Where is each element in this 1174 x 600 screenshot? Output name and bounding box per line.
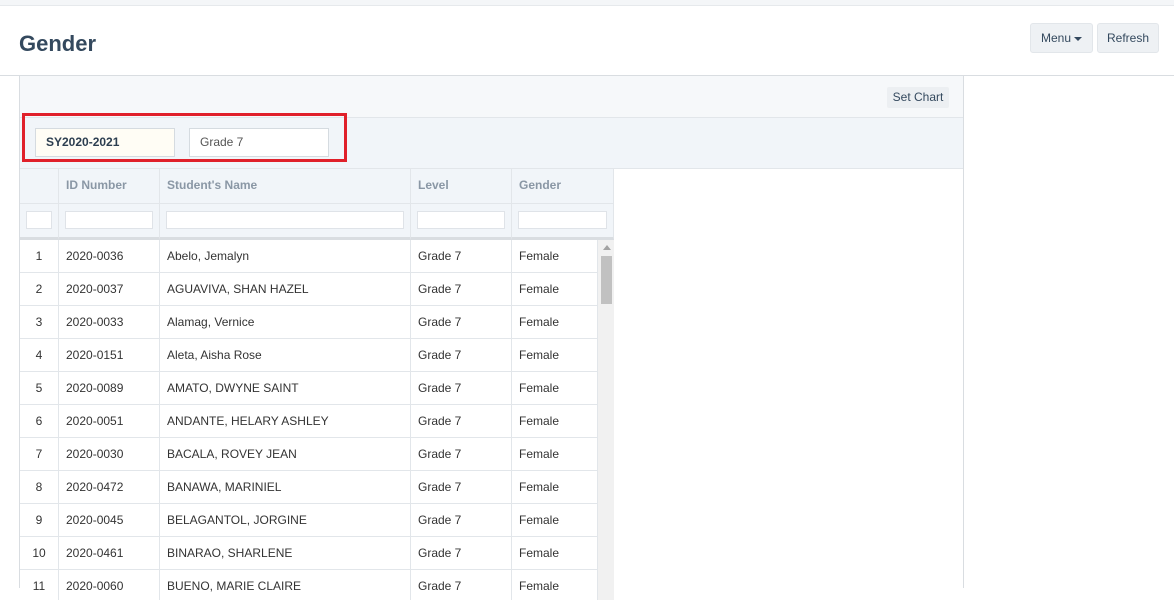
filter-cell-gender <box>512 204 614 240</box>
level-cell: Grade 7 <box>411 306 512 339</box>
level-cell: Grade 7 <box>411 405 512 438</box>
filter-input-id-number[interactable] <box>65 211 153 229</box>
refresh-button[interactable]: Refresh <box>1097 23 1159 53</box>
page-title: Gender <box>19 31 97 56</box>
table-row[interactable]: 10 2020-0461 BINARAO, SHARLENE Grade 7 Femal… <box>20 537 597 570</box>
level-cell: Grade 7 <box>411 471 512 504</box>
panel-toolbar: Set Chart <box>20 76 963 118</box>
report-panel: Set Chart SY2020-2021 Grade 7 ID Number … <box>19 76 964 600</box>
level-cell: Grade 7 <box>411 372 512 405</box>
table-row[interactable]: 4 2020-0151 Aleta, Aisha Rose Grade 7 Female <box>20 339 597 372</box>
row-index: 11 <box>20 570 59 600</box>
scrollbar-thumb[interactable] <box>601 256 612 304</box>
student-name-cell: Alamag, Vernice <box>160 306 411 339</box>
student-name-cell: Abelo, Jemalyn <box>160 240 411 273</box>
column-header-level[interactable]: Level <box>411 169 512 204</box>
student-name-cell: BANAWA, MARINIEL <box>160 471 411 504</box>
column-header-index[interactable] <box>20 169 59 204</box>
level-cell: Grade 7 <box>411 240 512 273</box>
row-index: 10 <box>20 537 59 570</box>
row-index: 6 <box>20 405 59 438</box>
row-index: 5 <box>20 372 59 405</box>
id-number-cell: 2020-0033 <box>59 306 160 339</box>
gender-cell: Female <box>519 480 560 494</box>
gender-cell: Female <box>519 282 560 296</box>
school-year-select[interactable]: SY2020-2021 <box>35 128 175 157</box>
table-row[interactable]: 3 2020-0033 Alamag, Vernice Grade 7 Female <box>20 306 597 339</box>
row-index: 2 <box>20 273 59 306</box>
column-header-students-name[interactable]: Student's Name <box>160 169 411 204</box>
gender-cell: Female <box>519 447 560 461</box>
gender-cell: Female <box>519 381 560 395</box>
filter-cell-index <box>20 204 59 240</box>
table-row[interactable]: 5 2020-0089 AMATO, DWYNE SAINT Grade 7 Femal… <box>20 372 597 405</box>
id-number-cell: 2020-0060 <box>59 570 160 600</box>
level-cell: Grade 7 <box>411 504 512 537</box>
table-row[interactable]: 8 2020-0472 BANAWA, MARINIEL Grade 7 Female <box>20 471 597 504</box>
gender-cell: Female <box>519 513 560 527</box>
set-chart-button[interactable]: Set Chart <box>887 87 949 108</box>
row-index: 3 <box>20 306 59 339</box>
id-number-cell: 2020-0461 <box>59 537 160 570</box>
student-name-cell: AMATO, DWYNE SAINT <box>160 372 411 405</box>
id-number-cell: 2020-0089 <box>59 372 160 405</box>
grid-body: 1 2020-0036 Abelo, Jemalyn Grade 7 Female 2 20… <box>20 240 614 600</box>
filter-cell-id-number <box>59 204 160 240</box>
row-index: 9 <box>20 504 59 537</box>
level-cell: Grade 7 <box>411 537 512 570</box>
column-header-id-number[interactable]: ID Number <box>59 169 160 204</box>
gender-cell: Female <box>519 414 560 428</box>
id-number-cell: 2020-0151 <box>59 339 160 372</box>
id-number-cell: 2020-0472 <box>59 471 160 504</box>
gender-cell: Female <box>519 348 560 362</box>
table-row[interactable]: 6 2020-0051 ANDANTE, HELARY ASHLEY Grade 7 F… <box>20 405 597 438</box>
student-name-cell: BELAGANTOL, JORGINE <box>160 504 411 537</box>
gender-cell: Female <box>519 546 560 560</box>
level-cell: Grade 7 <box>411 339 512 372</box>
menu-button-label: Menu <box>1040 31 1072 45</box>
column-header-gender[interactable]: Gender <box>512 169 614 204</box>
filter-cell-students-name <box>160 204 411 240</box>
student-name-cell: BACALA, ROVEY JEAN <box>160 438 411 471</box>
filter-input-level[interactable] <box>417 211 505 229</box>
filter-input-index[interactable] <box>26 211 52 229</box>
grade-select[interactable]: Grade 7 <box>189 128 329 157</box>
menu-button[interactable]: Menu <box>1030 23 1093 53</box>
id-number-cell: 2020-0045 <box>59 504 160 537</box>
id-number-cell: 2020-0051 <box>59 405 160 438</box>
row-index: 1 <box>20 240 59 273</box>
filter-input-students-name[interactable] <box>166 211 404 229</box>
row-index: 8 <box>20 471 59 504</box>
gender-cell: Female <box>519 249 560 263</box>
level-cell: Grade 7 <box>411 273 512 306</box>
vertical-scrollbar[interactable] <box>597 240 614 600</box>
id-number-cell: 2020-0037 <box>59 273 160 306</box>
filter-input-gender[interactable] <box>518 211 607 229</box>
table-row[interactable]: 11 2020-0060 BUENO, MARIE CLAIRE Grade 7 Fem… <box>20 570 597 600</box>
student-name-cell: ANDANTE, HELARY ASHLEY <box>160 405 411 438</box>
table-row[interactable]: 1 2020-0036 Abelo, Jemalyn Grade 7 Female <box>20 240 597 273</box>
caret-down-icon <box>1074 36 1083 41</box>
id-number-cell: 2020-0030 <box>59 438 160 471</box>
table-row[interactable]: 2 2020-0037 AGUAVIVA, SHAN HAZEL Grade 7 Fem… <box>20 273 597 306</box>
level-cell: Grade 7 <box>411 438 512 471</box>
row-index: 4 <box>20 339 59 372</box>
gender-cell: Female <box>519 579 560 593</box>
id-number-cell: 2020-0036 <box>59 240 160 273</box>
student-name-cell: Aleta, Aisha Rose <box>160 339 411 372</box>
table-row[interactable]: 7 2020-0030 BACALA, ROVEY JEAN Grade 7 Femal… <box>20 438 597 471</box>
table-row[interactable]: 9 2020-0045 BELAGANTOL, JORGINE Grade 7 Fema… <box>20 504 597 537</box>
student-name-cell: BUENO, MARIE CLAIRE <box>160 570 411 600</box>
student-name-cell: AGUAVIVA, SHAN HAZEL <box>160 273 411 306</box>
gender-cell: Female <box>519 315 560 329</box>
student-name-cell: BINARAO, SHARLENE <box>160 537 411 570</box>
level-cell: Grade 7 <box>411 570 512 600</box>
filter-cell-level <box>411 204 512 240</box>
scroll-up-arrow-icon[interactable] <box>603 245 611 250</box>
row-index: 7 <box>20 438 59 471</box>
page-header: Gender Menu Refresh <box>0 6 1174 76</box>
